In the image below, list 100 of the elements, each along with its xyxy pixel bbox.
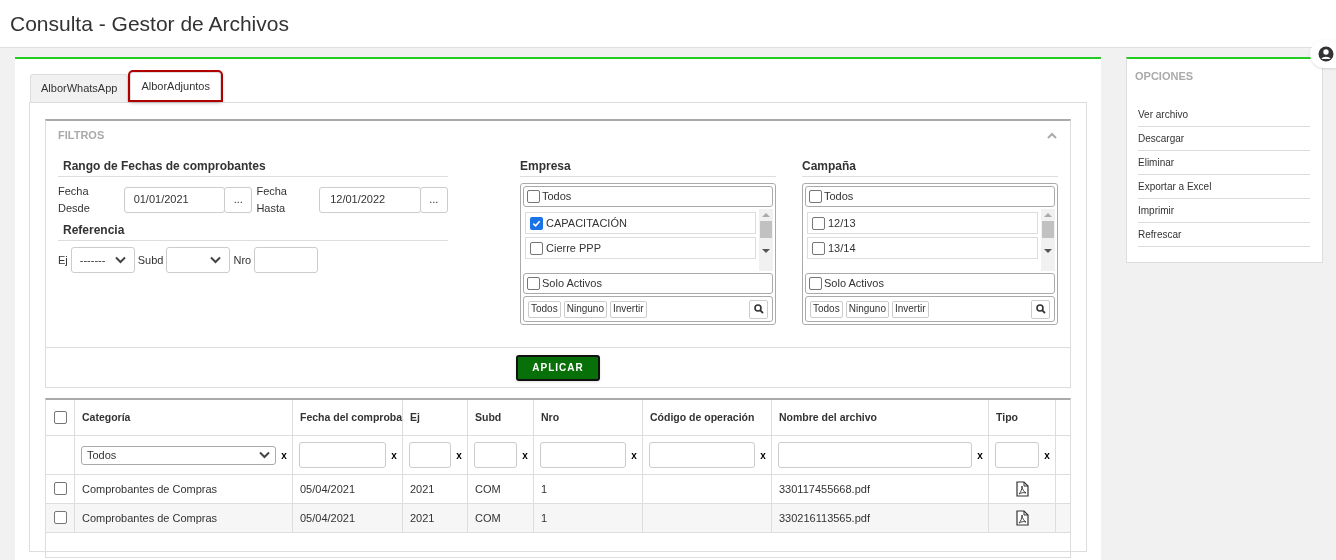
date-field[interactable]: 12/01/2022 (319, 186, 421, 213)
option-link[interactable]: Refrescar (1138, 222, 1310, 247)
column-header[interactable]: Ej (403, 400, 468, 435)
clear-filter-button[interactable]: x (520, 447, 530, 463)
search-icon (1035, 304, 1046, 314)
field-label: Nro (233, 252, 252, 268)
section-heading: Campaña (802, 157, 1058, 177)
table-cell-text: 330216113565.pdf (779, 510, 870, 526)
table-cell-text: 2021 (410, 510, 435, 526)
column-filter-field[interactable] (409, 442, 451, 468)
option-link[interactable]: Eliminar (1138, 150, 1310, 175)
list-action-button[interactable]: Invertir (609, 300, 647, 318)
column-filter-field[interactable] (299, 442, 386, 468)
clear-filter-button[interactable]: x (975, 447, 985, 463)
scrollbar[interactable] (1041, 209, 1055, 271)
apply-button[interactable]: APLICAR (516, 354, 600, 381)
checkbox[interactable] (809, 277, 822, 290)
select-all-option[interactable]: Todos (523, 186, 773, 207)
caret-icon (114, 256, 126, 264)
table-cell-text: 2021 (410, 481, 435, 497)
pdf-file-icon[interactable] (1015, 481, 1029, 497)
list-option[interactable]: Cierre PPP (525, 237, 756, 259)
search-button[interactable] (749, 299, 768, 319)
option-link[interactable]: Descargar (1138, 126, 1310, 151)
pdf-file-icon[interactable] (1015, 510, 1029, 526)
caret-icon (259, 451, 270, 459)
table-row[interactable]: Comprobantes de Compras 05/04/2021 2021 COM 1 330216113565.pdf (46, 504, 1070, 533)
option-link[interactable]: Imprimir (1138, 198, 1310, 223)
table-cell-text: Comprobantes de Compras (82, 481, 218, 497)
field-label: Fecha Desde (58, 184, 91, 216)
column-header[interactable]: Nro (534, 400, 643, 435)
list-action-button[interactable]: Invertir (891, 300, 929, 318)
category-filter-select[interactable]: Todos (81, 445, 276, 465)
checkbox[interactable] (527, 277, 540, 290)
scrollbar[interactable] (759, 209, 773, 271)
checkbox[interactable] (53, 511, 67, 524)
date-picker-button[interactable]: ... (419, 186, 448, 213)
date-picker-button[interactable]: ... (224, 186, 253, 213)
section-heading: Rango de Fechas de comprobantes (58, 157, 448, 177)
list-action-button[interactable]: Todos (528, 300, 561, 318)
column-filter-field[interactable] (540, 442, 626, 468)
column-filter-field[interactable] (995, 442, 1039, 468)
column-header[interactable]: Categoría (75, 400, 293, 435)
table-cell-text: 1 (541, 481, 548, 497)
checkbox[interactable] (53, 411, 67, 424)
clear-filter-button[interactable]: x (758, 447, 768, 463)
column-header[interactable]: Tipo (989, 400, 1056, 435)
table-cell-text: 1 (541, 510, 548, 526)
table-cell-text: 05/04/2021 (300, 481, 356, 497)
clear-filter-button[interactable]: x (389, 447, 399, 463)
list-option[interactable]: 13/14 (807, 237, 1038, 259)
tab[interactable]: AlborWhatsApp (30, 74, 129, 102)
table-cell-text: 05/04/2021 (300, 510, 356, 526)
table-cell-text: COM (475, 481, 501, 497)
column-header[interactable]: Código de operación (643, 400, 772, 435)
checkbox[interactable] (527, 190, 540, 203)
option-link[interactable]: Exportar a Excel (1138, 174, 1310, 199)
checkbox[interactable] (53, 482, 67, 495)
column-filter-field[interactable] (474, 442, 517, 468)
clear-filter-button[interactable]: x (1042, 447, 1052, 463)
clear-filter-button[interactable]: x (454, 447, 464, 463)
select-all-option[interactable]: Todos (805, 186, 1055, 207)
list-action-button[interactable]: Todos (810, 300, 843, 318)
clear-filter-button[interactable]: x (279, 447, 289, 463)
checkbox[interactable] (530, 216, 543, 230)
table-cell-text: 330117455668.pdf (779, 481, 870, 497)
search-button[interactable] (1031, 299, 1050, 319)
checkbox[interactable] (812, 216, 825, 230)
column-filter-field[interactable] (778, 442, 972, 468)
list-option[interactable]: 12/13 (807, 212, 1038, 234)
list-action-button[interactable]: Ninguno (563, 300, 607, 318)
tab[interactable]: AlborAdjuntos (130, 72, 221, 100)
column-filter-field[interactable] (649, 442, 755, 468)
only-active-option[interactable]: Solo Activos (805, 273, 1055, 294)
option-link[interactable]: Ver archivo (1138, 102, 1310, 127)
field-label: Subd (137, 252, 164, 268)
caret-icon (210, 256, 222, 264)
field-label: Fecha Hasta (256, 184, 288, 216)
column-header[interactable]: Fecha del comproba (293, 400, 403, 435)
column-header[interactable]: Subd (468, 400, 534, 435)
checkbox[interactable] (809, 190, 822, 203)
year-select[interactable]: ------- (70, 247, 135, 273)
user-avatar-icon[interactable] (1310, 40, 1336, 68)
panel-title: OPCIONES (1135, 69, 1195, 84)
section-heading: Empresa (520, 157, 776, 177)
list-option[interactable]: CAPACITACIÓN (525, 212, 756, 234)
checkbox[interactable] (530, 241, 543, 255)
number-field[interactable] (254, 247, 319, 273)
table-row[interactable]: Comprobantes de Compras 05/04/2021 2021 COM 1 330117455668.pdf (46, 475, 1070, 504)
search-icon (753, 304, 764, 314)
section-heading: Referencia (58, 221, 448, 241)
only-active-option[interactable]: Solo Activos (523, 273, 773, 294)
table-cell-text: Comprobantes de Compras (82, 510, 218, 526)
column-header[interactable]: Nombre del archivo (772, 400, 989, 435)
checkbox[interactable] (812, 241, 825, 255)
clear-filter-button[interactable]: x (629, 447, 639, 463)
field-label: Ej (58, 252, 68, 268)
table-cell-text: COM (475, 510, 501, 526)
list-action-button[interactable]: Ninguno (845, 300, 889, 318)
collapse-button[interactable] (1046, 130, 1058, 140)
